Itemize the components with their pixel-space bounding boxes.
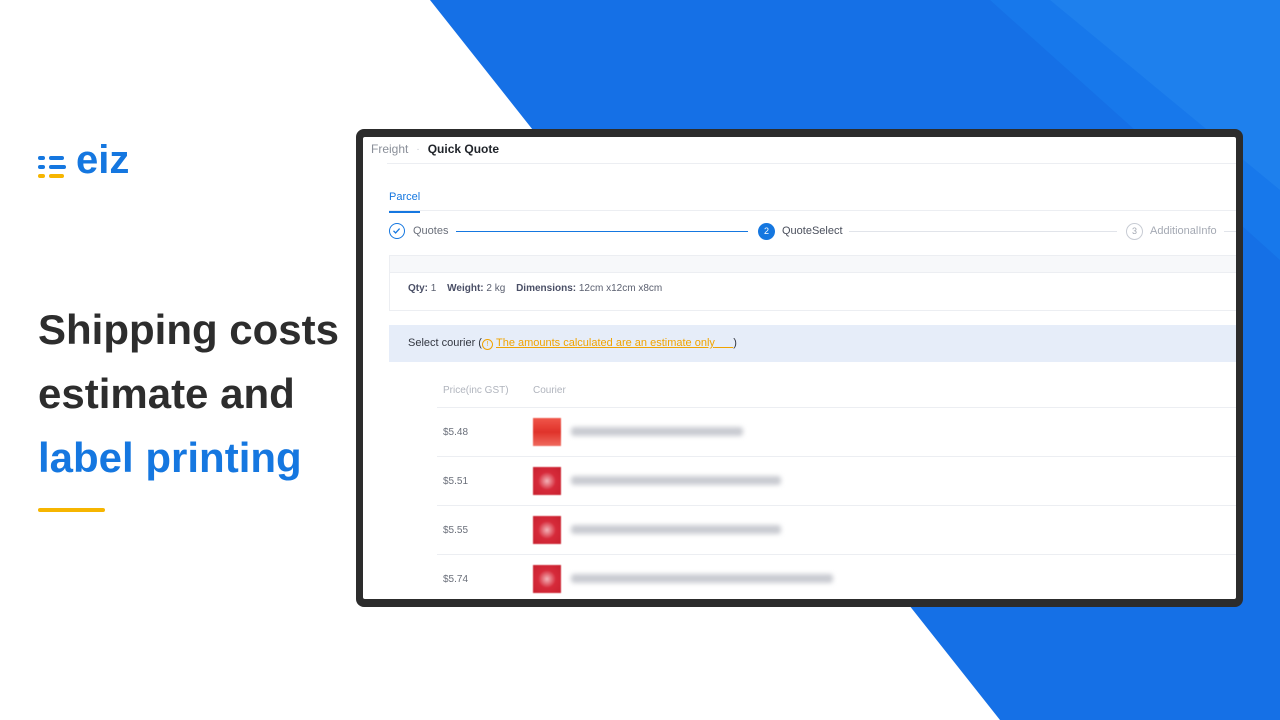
step-quoteselect-label[interactable]: QuoteSelect xyxy=(782,225,843,237)
courier-name-redacted xyxy=(571,427,743,436)
headline-line-2: estimate and xyxy=(38,370,295,417)
headline-underline xyxy=(38,508,105,512)
step-additionalinfo-label[interactable]: AdditionalInfo xyxy=(1150,225,1217,237)
qty-value: 1 xyxy=(430,283,437,294)
courier-logo-icon xyxy=(533,516,561,544)
courier-name-redacted xyxy=(571,525,781,534)
courier-logo-icon xyxy=(533,565,561,593)
courier-name-redacted xyxy=(571,476,781,485)
step-quoteselect-number: 2 xyxy=(758,223,775,240)
logo-mark-icon xyxy=(38,146,68,178)
step-connector-3 xyxy=(1224,231,1236,232)
row-price: $5.55 xyxy=(443,525,469,536)
parcel-summary: Qty: 1 Weight: 2 kg Dimensions: 12cm x12… xyxy=(389,255,1236,311)
estimate-note-text: The amounts calculated are an estimate o… xyxy=(495,337,715,349)
table-row[interactable]: $5.48 xyxy=(437,408,1236,457)
qty-label: Qty: xyxy=(408,283,428,294)
brand-logo: eiz xyxy=(38,140,129,180)
breadcrumb-separator: · xyxy=(416,143,420,155)
courier-table: Price(inc GST) Courier $5.48 $5.51 $5.55… xyxy=(437,373,1236,599)
select-courier-label: Select courier (! The amounts calculated … xyxy=(408,337,737,350)
header-courier: Courier xyxy=(533,385,566,396)
device-frame: Freight · Quick Quote Parcel Quotes 2 Qu… xyxy=(356,129,1243,607)
step-additionalinfo-number: 3 xyxy=(1126,223,1143,240)
row-price: $5.74 xyxy=(443,574,469,585)
step-connector-2 xyxy=(849,231,1117,232)
dimensions-label: Dimensions: xyxy=(516,283,577,294)
logo-text: eiz xyxy=(76,138,130,182)
select-courier-bar: Select courier (! The amounts calculated … xyxy=(389,325,1236,362)
headline-line-3: label printing xyxy=(38,434,302,481)
step-connector-1 xyxy=(456,231,748,232)
check-icon xyxy=(389,223,405,239)
row-price: $5.48 xyxy=(443,427,469,438)
table-row[interactable]: $5.74 xyxy=(437,555,1236,599)
weight-label: Weight: xyxy=(447,283,484,294)
row-price: $5.51 xyxy=(443,476,469,487)
table-header: Price(inc GST) Courier xyxy=(437,373,1236,408)
summary-header xyxy=(390,256,1236,273)
breadcrumb: Freight · Quick Quote xyxy=(371,142,499,156)
divider xyxy=(387,163,1236,164)
summary-row: Qty: 1 Weight: 2 kg Dimensions: 12cm x12… xyxy=(408,283,670,294)
estimate-note[interactable]: ! The amounts calculated are an estimate … xyxy=(481,337,733,350)
courier-logo-icon xyxy=(533,418,561,446)
courier-name-redacted xyxy=(571,574,833,583)
select-courier-text: Select courier ( xyxy=(408,337,482,349)
info-icon: ! xyxy=(481,339,493,350)
courier-logo-icon xyxy=(533,467,561,495)
breadcrumb-parent[interactable]: Freight xyxy=(371,142,408,156)
stepper: Quotes 2 QuoteSelect 3 AdditionalInfo xyxy=(389,223,1236,243)
step-quotes-label[interactable]: Quotes xyxy=(413,225,448,237)
breadcrumb-current: Quick Quote xyxy=(427,142,500,156)
tab-divider xyxy=(389,210,1236,211)
weight-value: 2 kg xyxy=(486,283,506,294)
select-courier-close: ) xyxy=(733,337,737,349)
header-price: Price(inc GST) xyxy=(443,385,509,396)
dimensions-value: 12cm x12cm x8cm xyxy=(578,283,663,294)
app-screen: Freight · Quick Quote Parcel Quotes 2 Qu… xyxy=(363,137,1236,599)
headline-line-1: Shipping costs xyxy=(38,306,340,353)
headline: Shipping costs estimate and label printi… xyxy=(38,298,339,490)
table-row[interactable]: $5.51 xyxy=(437,457,1236,506)
table-row[interactable]: $5.55 xyxy=(437,506,1236,555)
